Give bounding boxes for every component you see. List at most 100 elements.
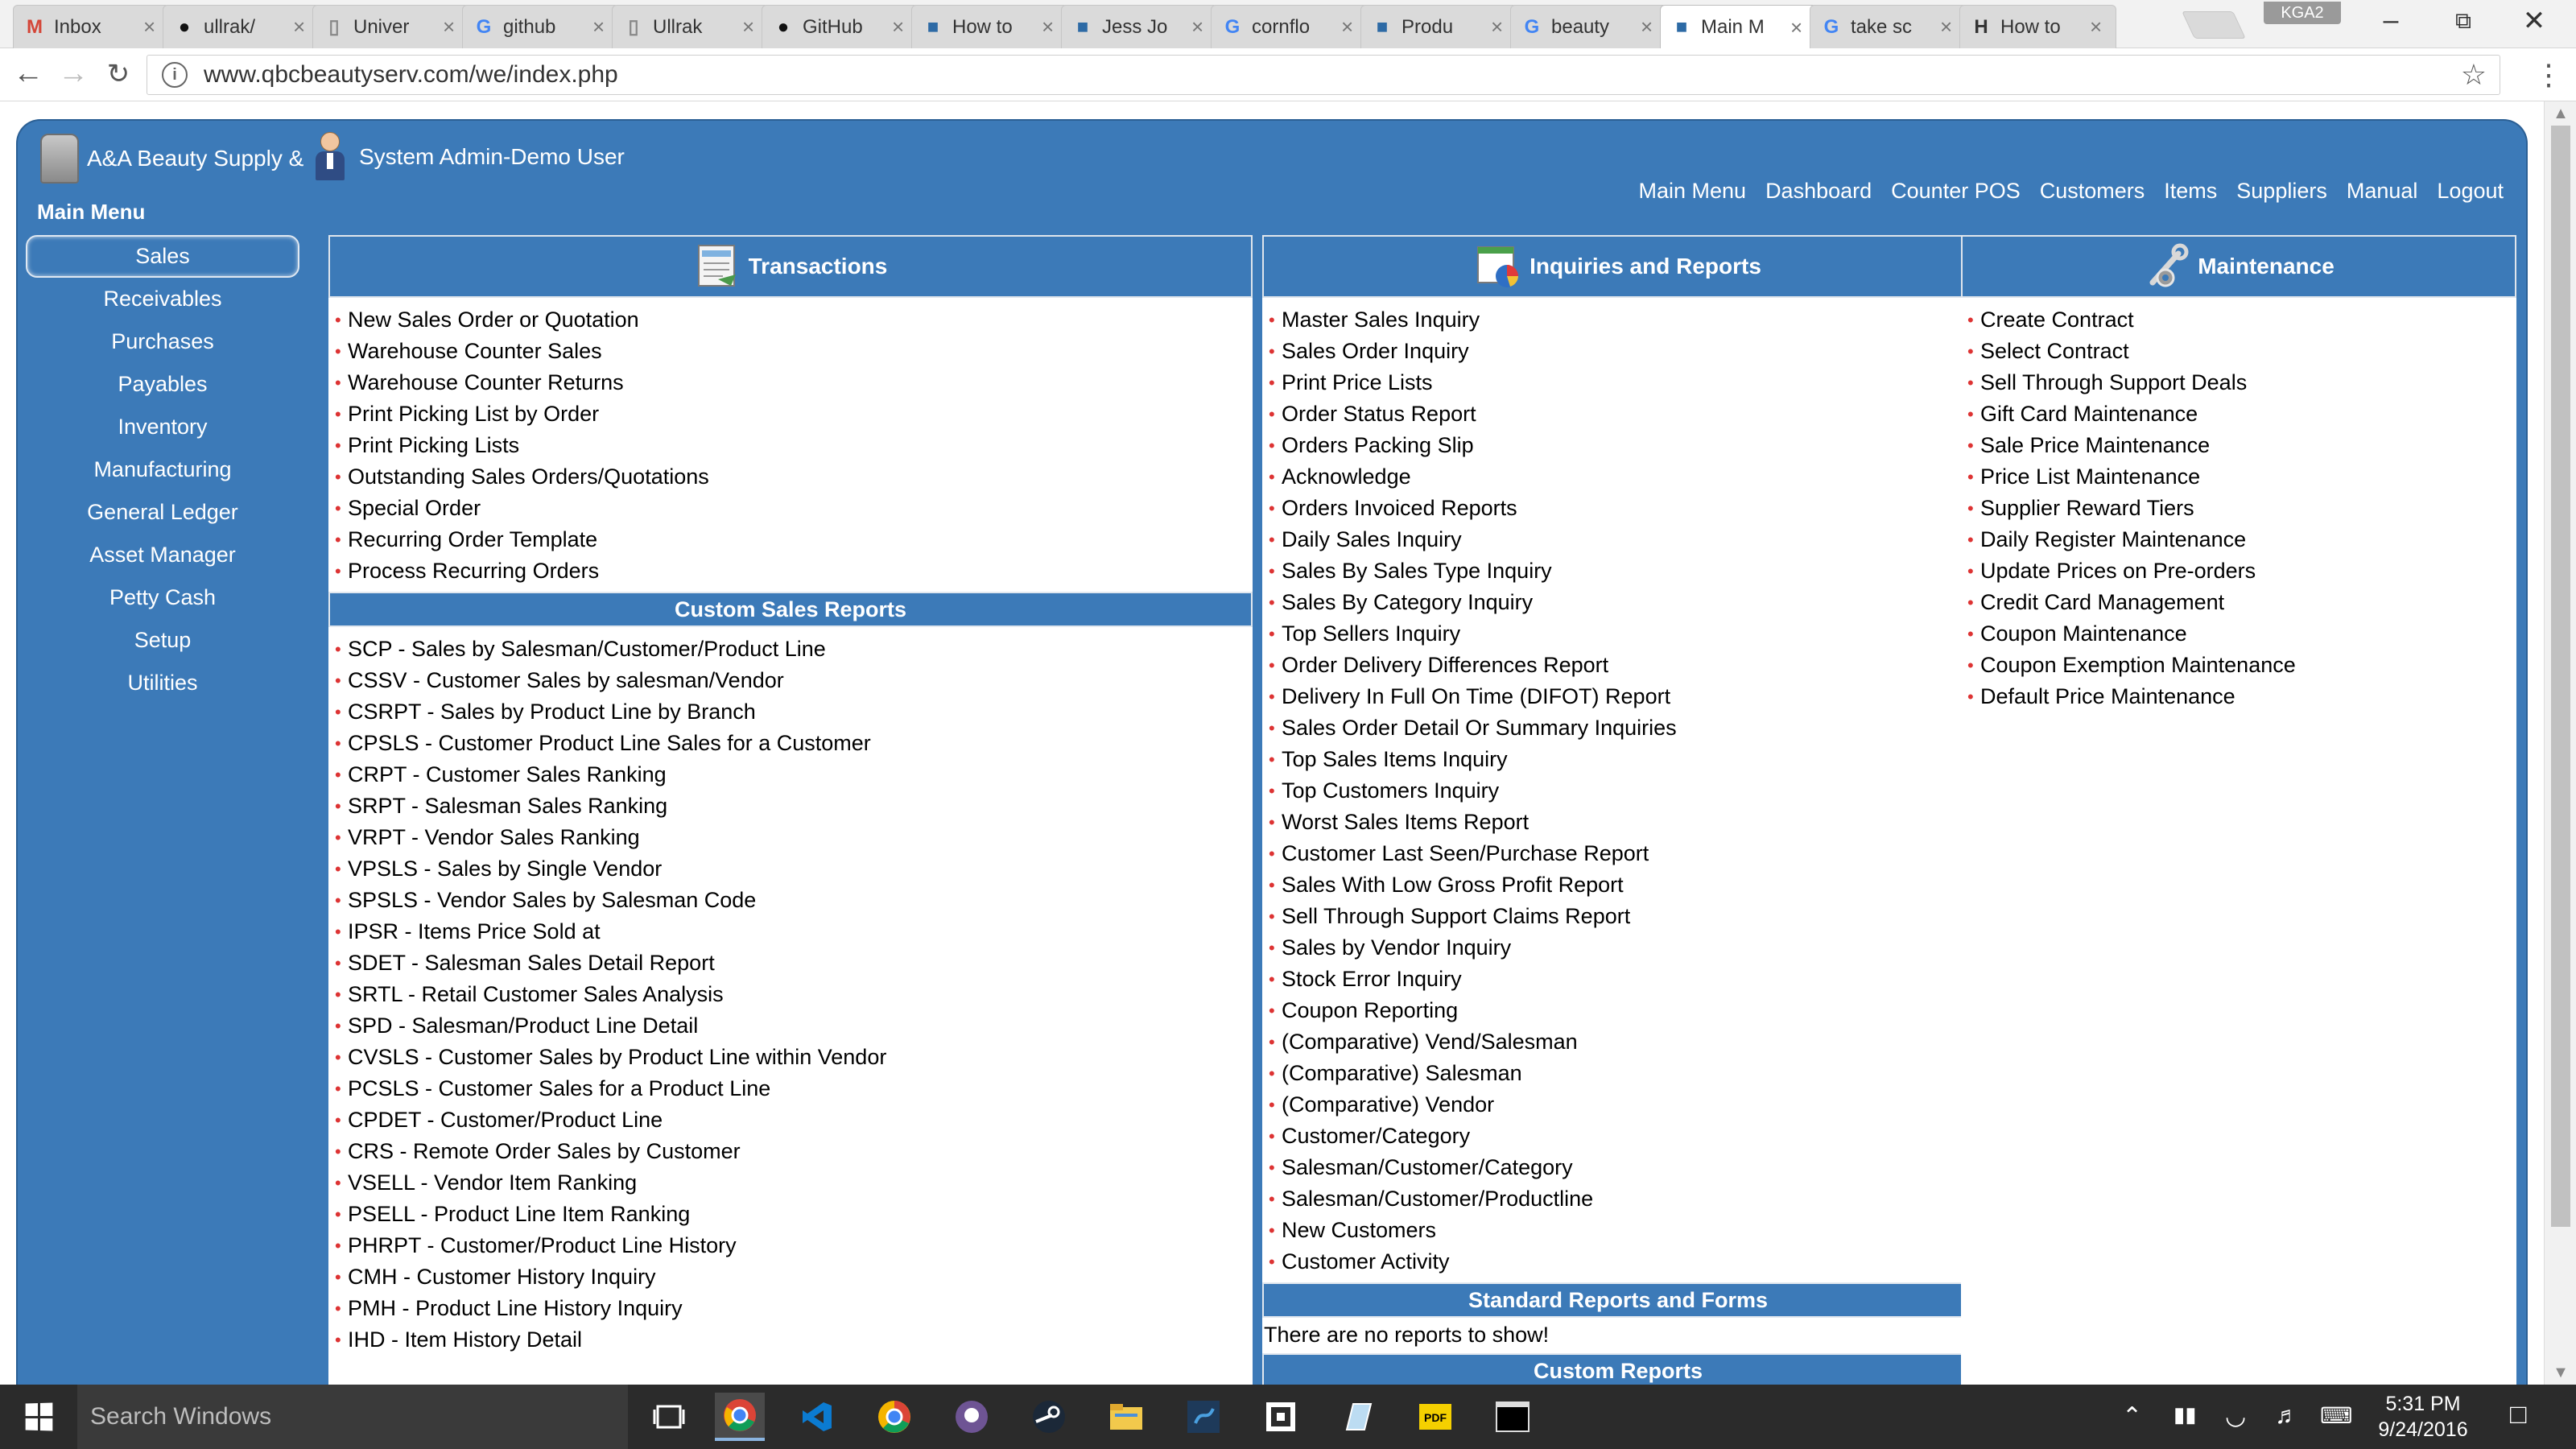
- menu-link-update-prices-on-pre-orders[interactable]: • Update Prices on Pre-orders: [1967, 555, 2516, 587]
- nav-link-customers[interactable]: Customers: [2040, 179, 2145, 204]
- menu-link-print-price-lists[interactable]: • Print Price Lists: [1269, 367, 1974, 398]
- sidebar-item-payables[interactable]: Payables: [26, 363, 299, 406]
- close-window-icon[interactable]: ✕: [2510, 5, 2558, 37]
- menu-link-price-list-maintenance[interactable]: • Price List Maintenance: [1967, 461, 2516, 493]
- nav-link-items[interactable]: Items: [2164, 179, 2217, 204]
- tab-close-icon[interactable]: ×: [293, 14, 309, 39]
- browser-tab[interactable]: ■ Produ ×: [1360, 5, 1517, 48]
- menu-link-sales-order-detail-or-summary-inquiries[interactable]: • Sales Order Detail Or Summary Inquiries: [1269, 712, 1974, 744]
- menu-link-supplier-reward-tiers[interactable]: • Supplier Reward Tiers: [1967, 493, 2516, 524]
- menu-link-cssv-customer-sales-by-salesman-vendor[interactable]: • CSSV - Customer Sales by salesman/Vendo…: [335, 665, 1253, 696]
- sidebar-item-sales[interactable]: Sales: [26, 235, 299, 278]
- menu-link-master-sales-inquiry[interactable]: • Master Sales Inquiry: [1269, 304, 1974, 336]
- menu-link-worst-sales-items-report[interactable]: • Worst Sales Items Report: [1269, 807, 1974, 838]
- menu-link-sales-by-category-inquiry[interactable]: • Sales By Category Inquiry: [1269, 587, 1974, 618]
- scroll-thumb[interactable]: [2551, 126, 2570, 1227]
- menu-link-vpsls-sales-by-single-vendor[interactable]: • VPSLS - Sales by Single Vendor: [335, 853, 1253, 885]
- tab-close-icon[interactable]: ×: [742, 14, 758, 39]
- chrome-taskbar-icon[interactable]: [715, 1393, 765, 1441]
- profile-badge[interactable]: KGA2: [2264, 2, 2341, 24]
- browser-tab[interactable]: ■ Main M ×: [1660, 5, 1817, 49]
- visual-studio-icon[interactable]: [792, 1393, 842, 1441]
- sidebar-item-utilities[interactable]: Utilities: [26, 662, 299, 704]
- nav-link-main-menu[interactable]: Main Menu: [1638, 179, 1746, 204]
- menu-link-psell-product-line-item-ranking[interactable]: • PSELL - Product Line Item Ranking: [335, 1199, 1253, 1230]
- menu-link-customer-category[interactable]: • Customer/Category: [1269, 1121, 1974, 1152]
- tab-close-icon[interactable]: ×: [1042, 14, 1058, 39]
- pdf-app-icon[interactable]: PDF: [1410, 1393, 1460, 1441]
- app-window-icon[interactable]: [1256, 1393, 1306, 1441]
- tab-close-icon[interactable]: ×: [1641, 14, 1657, 39]
- github-desktop-icon[interactable]: [947, 1393, 997, 1441]
- user-info[interactable]: System Admin-Demo User: [314, 132, 625, 182]
- browser-tab[interactable]: ■ Jess Jo ×: [1061, 5, 1218, 48]
- chrome-alt-taskbar-icon[interactable]: [869, 1393, 919, 1441]
- menu-link-order-status-report[interactable]: • Order Status Report: [1269, 398, 1974, 430]
- menu-link-cpsls-customer-product-line-sales-for-a-customer[interactable]: • CPSLS - Customer Product Line Sales for…: [335, 728, 1253, 759]
- tab-close-icon[interactable]: ×: [1790, 15, 1806, 40]
- browser-tab[interactable]: M Inbox ×: [13, 5, 170, 48]
- browser-tab[interactable]: ● ullrak/ ×: [163, 5, 320, 48]
- browser-menu-icon[interactable]: ⋮: [2534, 58, 2563, 92]
- menu-link-sales-order-inquiry[interactable]: • Sales Order Inquiry: [1269, 336, 1974, 367]
- sidebar-item-general-ledger[interactable]: General Ledger: [26, 491, 299, 534]
- menu-link-cmh-customer-history-inquiry[interactable]: • CMH - Customer History Inquiry: [335, 1261, 1253, 1293]
- tab-close-icon[interactable]: ×: [1940, 14, 1956, 39]
- menu-link-sell-through-support-claims-report[interactable]: • Sell Through Support Claims Report: [1269, 901, 1974, 932]
- tab-close-icon[interactable]: ×: [443, 14, 459, 39]
- browser-tab[interactable]: ▯ Ullrak ×: [612, 5, 769, 48]
- menu-link-new-customers[interactable]: • New Customers: [1269, 1215, 1974, 1246]
- forward-arrow-icon[interactable]: →: [53, 56, 93, 91]
- tab-close-icon[interactable]: ×: [892, 14, 908, 39]
- sidebar-item-manufacturing[interactable]: Manufacturing: [26, 448, 299, 491]
- url-text[interactable]: www.qbcbeautyserv.com/we/index.php: [204, 61, 2461, 89]
- menu-link-customer-last-seen-purchase-report[interactable]: • Customer Last Seen/Purchase Report: [1269, 838, 1974, 869]
- browser-tab[interactable]: Gtake sc ×: [1810, 5, 1967, 48]
- nav-link-counter-pos[interactable]: Counter POS: [1891, 179, 2021, 204]
- menu-link-cvsls-customer-sales-by-product-line-within-vendor[interactable]: • CVSLS - Customer Sales by Product Line …: [335, 1042, 1253, 1073]
- menu-link-new-sales-order-or-quotation[interactable]: • New Sales Order or Quotation: [335, 304, 1253, 336]
- tab-close-icon[interactable]: ×: [143, 14, 159, 39]
- menu-link-customer-activity[interactable]: • Customer Activity: [1269, 1246, 1974, 1278]
- browser-tab[interactable]: ▯ Univer ×: [312, 5, 469, 48]
- scroll-up-icon[interactable]: ▲: [2545, 101, 2576, 126]
- menu-link-ipsr-items-price-sold-at[interactable]: • IPSR - Items Price Sold at: [335, 916, 1253, 947]
- nav-link-logout[interactable]: Logout: [2437, 179, 2504, 204]
- menu-link-print-picking-list-by-order[interactable]: • Print Picking List by Order: [335, 398, 1253, 430]
- menu-link-gift-card-maintenance[interactable]: • Gift Card Maintenance: [1967, 398, 2516, 430]
- menu-link-coupon-maintenance[interactable]: • Coupon Maintenance: [1967, 618, 2516, 650]
- menu-link-sales-by-vendor-inquiry[interactable]: • Sales by Vendor Inquiry: [1269, 932, 1974, 964]
- tab-close-icon[interactable]: ×: [1491, 14, 1507, 39]
- tab-close-icon[interactable]: ×: [1191, 14, 1208, 39]
- scroll-down-icon[interactable]: ▼: [2545, 1360, 2576, 1385]
- menu-link-process-recurring-orders[interactable]: • Process Recurring Orders: [335, 555, 1253, 587]
- sidebar-item-asset-manager[interactable]: Asset Manager: [26, 534, 299, 576]
- menu-link-pmh-product-line-history-inquiry[interactable]: • PMH - Product Line History Inquiry: [335, 1293, 1253, 1324]
- reload-icon[interactable]: ↻: [98, 58, 138, 90]
- menu-link-vsell-vendor-item-ranking[interactable]: • VSELL - Vendor Item Ranking: [335, 1167, 1253, 1199]
- nav-link-manual[interactable]: Manual: [2347, 179, 2418, 204]
- browser-tab[interactable]: Ggithub ×: [462, 5, 619, 48]
- browser-tab[interactable]: ■ How to ×: [911, 5, 1068, 48]
- menu-link-sdet-salesman-sales-detail-report[interactable]: • SDET - Salesman Sales Detail Report: [335, 947, 1253, 979]
- menu-link-phrpt-customer-product-line-history[interactable]: • PHRPT - Customer/Product Line History: [335, 1230, 1253, 1261]
- url-bar[interactable]: i www.qbcbeautyserv.com/we/index.php ☆: [147, 55, 2500, 95]
- page-scrollbar[interactable]: ▲ ▼: [2544, 101, 2576, 1385]
- browser-tab[interactable]: ● GitHub ×: [762, 5, 919, 48]
- new-tab-button[interactable]: [2182, 11, 2246, 39]
- menu-link-create-contract[interactable]: • Create Contract: [1967, 304, 2516, 336]
- menu-link-warehouse-counter-returns[interactable]: • Warehouse Counter Returns: [335, 367, 1253, 398]
- menu-link-sales-with-low-gross-profit-report[interactable]: • Sales With Low Gross Profit Report: [1269, 869, 1974, 901]
- menu-link-outstanding-sales-orders-quotations[interactable]: • Outstanding Sales Orders/Quotations: [335, 461, 1253, 493]
- sidebar-item-purchases[interactable]: Purchases: [26, 320, 299, 363]
- browser-tab[interactable]: Gcornflo ×: [1211, 5, 1368, 48]
- menu-link-cpdet-customer-product-line[interactable]: • CPDET - Customer/Product Line: [335, 1104, 1253, 1136]
- notifications-icon[interactable]: □: [2510, 1399, 2527, 1430]
- menu-link-orders-invoiced-reports[interactable]: • Orders Invoiced Reports: [1269, 493, 1974, 524]
- menu-link-coupon-reporting[interactable]: • Coupon Reporting: [1269, 995, 1974, 1026]
- menu-link-stock-error-inquiry[interactable]: • Stock Error Inquiry: [1269, 964, 1974, 995]
- taskbar-clock[interactable]: 5:31 PM 9/24/2016: [2359, 1391, 2487, 1443]
- nav-link-suppliers[interactable]: Suppliers: [2236, 179, 2327, 204]
- menu-link-print-picking-lists[interactable]: • Print Picking Lists: [335, 430, 1253, 461]
- file-explorer-icon[interactable]: [1101, 1393, 1151, 1441]
